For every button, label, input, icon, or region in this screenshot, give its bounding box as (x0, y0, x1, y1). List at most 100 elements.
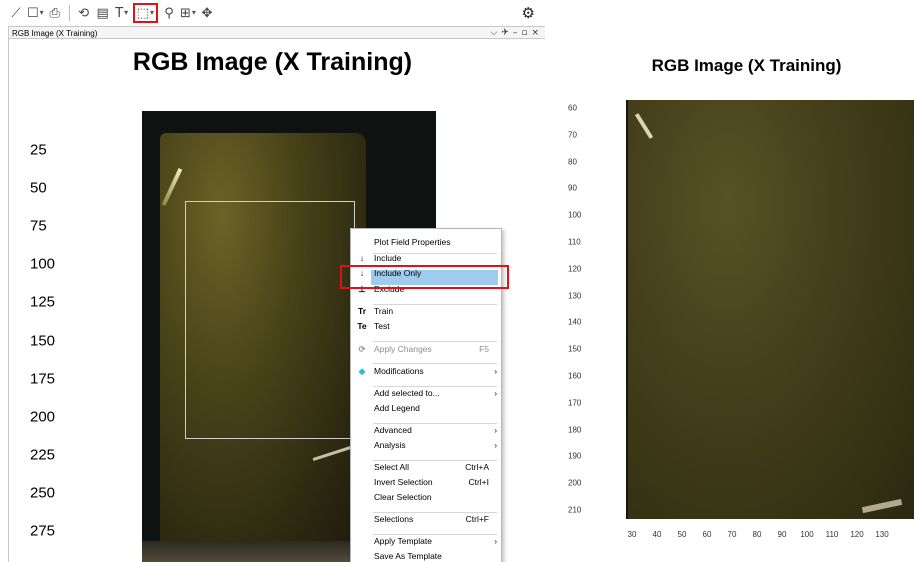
y-tick-label: 60 (568, 103, 577, 113)
x-tick-label: 80 (752, 530, 762, 539)
x-tick-label: 120 (850, 530, 864, 539)
text-icon[interactable]: T ▾ (114, 4, 130, 22)
menu-item-shortcut: Ctrl+I (468, 477, 489, 487)
plot-properties-icon[interactable]: ▤ (95, 4, 111, 22)
menu-separator (373, 363, 497, 364)
menu-separator (373, 341, 497, 342)
chevron-right-icon: › (494, 441, 497, 450)
y-tick-label: 250 (30, 484, 56, 502)
y-tick-label: 140 (568, 317, 582, 327)
menu-item-apply-changes[interactable]: ⟳ Apply Changes F5 (351, 343, 501, 356)
x-tick-label: 50 (677, 530, 687, 539)
y-tick-label: 80 (568, 157, 577, 167)
menu-item-apply-template[interactable]: Apply Template › (351, 535, 501, 548)
minimize-icon[interactable]: – (513, 27, 518, 40)
x-tick-label: 60 (702, 530, 712, 539)
menu-item-icon: Tr (357, 306, 367, 316)
menu-item-label: Include (374, 253, 402, 263)
y-tick-label: 225 (30, 446, 56, 464)
menu-item-analysis[interactable]: Analysis › (351, 439, 501, 452)
y-tick-label: 130 (568, 291, 582, 301)
y-tick-label: 110 (568, 237, 581, 247)
menu-item-select-all[interactable]: Select All Ctrl+A (351, 461, 501, 474)
menu-item-label: Add selected to... (374, 388, 440, 398)
menu-item-label: Save As Template (374, 551, 442, 561)
y-tick-label: 50 (30, 179, 47, 197)
x-tick-label: 100 (800, 530, 814, 539)
x-tick-label: 90 (777, 530, 787, 539)
y-tick-label: 180 (568, 425, 582, 435)
menu-item-invert-selection[interactable]: Invert Selection Ctrl+I (351, 476, 501, 489)
y-tick-label: 100 (568, 210, 582, 220)
menu-item-modifications[interactable]: ◆ Modifications › (351, 365, 501, 378)
pan-icon[interactable]: ✥ (199, 4, 215, 22)
plot-toolbar: ⟋ ☐ ▾ ⎙ ⟲ ▤ T ▾ ⬚ ▾ ⚲ ⊞ ▾ ✥ ⚙ (8, 0, 545, 26)
restore-icon[interactable]: ▫ (521, 27, 527, 40)
menu-item-advanced[interactable]: Advanced › (351, 424, 501, 437)
y-tick-label: 25 (30, 141, 47, 159)
menu-item-include[interactable]: ↓ Include (351, 252, 501, 265)
menu-item-label: Test (374, 321, 390, 331)
menu-item-label: Add Legend (374, 403, 420, 413)
menu-item-label: Select All (374, 462, 409, 472)
menu-item-label: Modifications (374, 366, 424, 376)
x-tick-label: 30 (627, 530, 637, 539)
menu-item-plot-field-properties[interactable]: Plot Field Properties (351, 236, 501, 249)
menu-item-label: Advanced (374, 425, 412, 435)
menu-item-test[interactable]: Te Test (351, 320, 501, 333)
x-tick-label: 70 (727, 530, 737, 539)
gear-icon[interactable]: ⚙ (522, 4, 535, 22)
chevron-right-icon: › (494, 367, 497, 376)
dropdown-icon[interactable]: ⌵ (490, 27, 497, 40)
zoom-icon[interactable]: ⚲ (161, 4, 177, 22)
menu-item-label: Selections (374, 514, 414, 524)
menu-item-shortcut: Ctrl+F (465, 514, 489, 524)
menu-item-icon: ⟳ (358, 344, 366, 354)
plot-window: ⟋ ☐ ▾ ⎙ ⟲ ▤ T ▾ ⬚ ▾ ⚲ ⊞ ▾ ✥ ⚙ RGB Image (X T… (0, 0, 545, 562)
y-tick-label: 70 (568, 130, 577, 140)
zoomed-rgb-image[interactable] (626, 100, 914, 519)
zoomed-plot-title: RGB Image (X Training) (651, 56, 842, 75)
menu-item-train[interactable]: Tr Train (351, 305, 501, 318)
menu-item-clear-selection[interactable]: Clear Selection (351, 491, 501, 504)
y-tick-label: 170 (568, 398, 582, 408)
y-axis-ticks: 25 50 75 100 125 150 175 200 225 250 275 (0, 0, 80, 562)
window-controls: ⌵ ✈ – ▫ × (490, 27, 539, 40)
chevron-right-icon: › (494, 426, 497, 435)
menu-item-label: Apply Template (374, 536, 432, 546)
menu-item-label: Apply Changes (374, 344, 432, 354)
y-tick-label: 275 (30, 522, 56, 540)
zoom-region-icon[interactable]: ⊞ ▾ (180, 4, 196, 22)
menu-item-label: Train (374, 306, 394, 316)
selection-rectangle[interactable] (185, 201, 355, 439)
chevron-right-icon: › (494, 537, 497, 546)
pin-icon[interactable]: ✈ (501, 27, 509, 40)
menu-item-shortcut: Ctrl+A (465, 462, 489, 472)
y-tick-label: 190 (568, 451, 582, 461)
close-icon[interactable]: × (531, 27, 539, 40)
menu-item-shortcut: F5 (479, 344, 489, 354)
y-tick-label: 200 (30, 408, 56, 426)
menu-item-add-legend[interactable]: Add Legend (351, 402, 501, 415)
y-tick-label: 75 (30, 217, 47, 235)
y-tick-label: 200 (568, 478, 582, 488)
menu-item-label: Clear Selection (374, 492, 432, 502)
menu-item-add-selected-to[interactable]: Add selected to... › (351, 387, 501, 400)
y-tick-label: 210 (568, 505, 582, 515)
bag-image (628, 100, 914, 519)
include-only-annotation-box (340, 265, 509, 289)
menu-item-label: Analysis (374, 440, 406, 450)
menu-item-selections[interactable]: Selections Ctrl+F (351, 513, 501, 526)
selection-tool-icon[interactable]: ⬚ ▾ (132, 3, 158, 23)
y-tick-label: 90 (568, 183, 577, 193)
y-tick-label: 120 (568, 264, 582, 274)
menu-item-save-as-template[interactable]: Save As Template (351, 550, 501, 562)
y-tick-label: 150 (568, 344, 582, 354)
y-tick-label: 100 (30, 255, 56, 273)
menu-item-label: Plot Field Properties (374, 237, 451, 247)
menu-item-icon: Te (357, 321, 367, 331)
window-title-strip: RGB Image (X Training) ⌵ ✈ – ▫ × (8, 26, 545, 39)
chevron-right-icon: › (494, 389, 497, 398)
y-tick-label: 125 (30, 293, 56, 311)
y-tick-label: 160 (568, 371, 582, 381)
